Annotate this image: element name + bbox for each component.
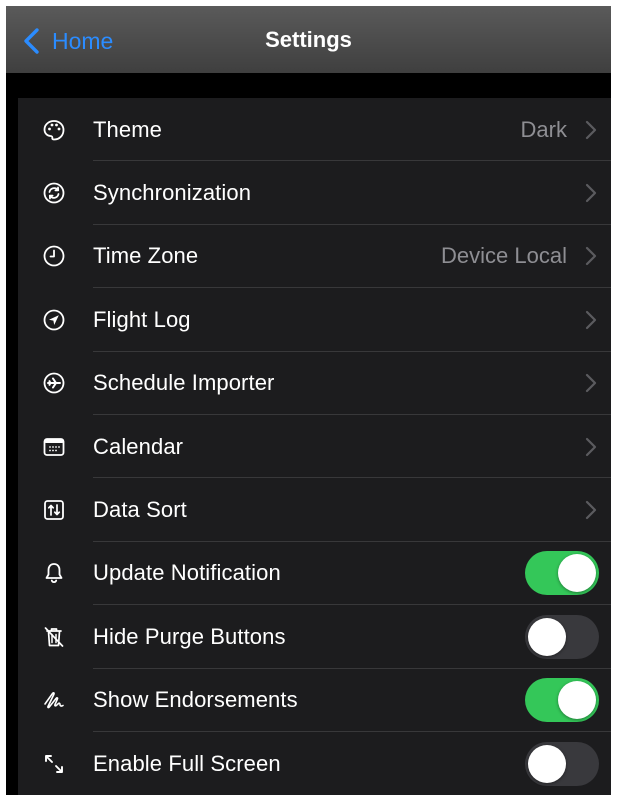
trash-icon <box>42 625 66 649</box>
chevron-right-icon <box>585 246 597 266</box>
row-update-notification: Update Notification <box>18 542 611 606</box>
row-label: Calendar <box>93 433 184 459</box>
chevron-right-icon <box>585 373 597 393</box>
row-hide-purge-buttons: Hide Purge Buttons <box>18 605 611 669</box>
chevron-right-icon <box>585 310 597 330</box>
location-arrow-icon <box>42 308 66 332</box>
sync-icon <box>42 181 66 205</box>
row-label: Enable Full Screen <box>93 750 281 776</box>
airplane-icon <box>42 371 66 395</box>
row-label: Flight Log <box>93 306 191 332</box>
clock-icon <box>42 244 66 268</box>
row-label: Schedule Importer <box>93 370 275 396</box>
row-label: Theme <box>93 116 162 142</box>
update-notification-toggle[interactable] <box>525 551 599 596</box>
row-label: Show Endorsements <box>93 687 298 713</box>
toggle-knob <box>558 554 596 593</box>
row-label: Update Notification <box>93 560 281 586</box>
settings-list: Theme Dark Synchronization Time Zone Dev… <box>18 98 611 795</box>
row-label: Synchronization <box>93 180 252 206</box>
chevron-right-icon <box>585 183 597 203</box>
palette-icon <box>42 118 66 142</box>
theme-value: Dark <box>520 116 567 142</box>
row-label: Hide Purge Buttons <box>93 623 286 649</box>
show-endorsements-toggle[interactable] <box>525 678 599 723</box>
calendar-icon <box>42 435 66 459</box>
enable-full-screen-toggle[interactable] <box>525 741 599 786</box>
row-time-zone[interactable]: Time Zone Device Local <box>18 225 611 289</box>
row-label: Time Zone <box>93 243 199 269</box>
row-enable-full-screen: Enable Full Screen <box>18 732 611 795</box>
header-spacer <box>6 73 611 98</box>
row-schedule-importer[interactable]: Schedule Importer <box>18 352 611 415</box>
chevron-right-icon <box>585 437 597 457</box>
row-data-sort[interactable]: Data Sort <box>18 478 611 542</box>
row-label: Data Sort <box>93 497 187 523</box>
toggle-knob <box>558 681 596 720</box>
row-flight-log[interactable]: Flight Log <box>18 288 611 352</box>
toggle-knob <box>528 744 566 783</box>
bell-icon <box>42 561 66 585</box>
chevron-right-icon <box>585 120 597 140</box>
settings-screen: Home Settings Theme Dark Synchronization… <box>6 6 611 795</box>
time-zone-value: Device Local <box>441 243 567 269</box>
expand-icon <box>42 752 66 776</box>
navigation-bar: Home Settings <box>6 6 611 73</box>
page-title: Settings <box>265 27 352 52</box>
chevron-right-icon <box>585 500 597 520</box>
row-theme[interactable]: Theme Dark <box>18 98 611 162</box>
row-calendar[interactable]: Calendar <box>18 415 611 479</box>
row-show-endorsements: Show Endorsements <box>18 669 611 732</box>
signature-icon <box>42 688 66 712</box>
toggle-knob <box>528 617 566 656</box>
sort-icon <box>42 498 66 522</box>
row-synchronization[interactable]: Synchronization <box>18 161 611 225</box>
hide-purge-buttons-toggle[interactable] <box>525 614 599 659</box>
